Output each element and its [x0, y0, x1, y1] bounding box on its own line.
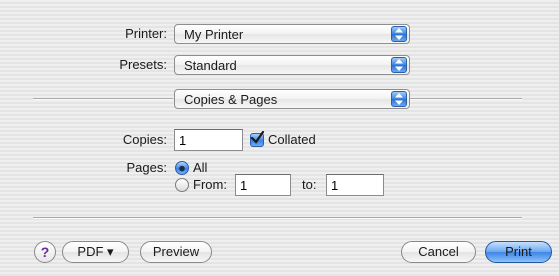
panel-popup[interactable]: Copies & Pages — [174, 89, 410, 109]
collated-checkbox[interactable] — [250, 131, 264, 147]
pages-from-field[interactable] — [235, 174, 291, 196]
panel-value: Copies & Pages — [184, 92, 278, 107]
collated-label[interactable]: Collated — [268, 130, 316, 150]
pages-label: Pages: — [126, 160, 167, 175]
up-down-arrows-icon — [391, 91, 407, 107]
printer-value: My Printer — [184, 27, 244, 42]
pages-from-radio[interactable] — [175, 178, 189, 192]
section-divider-right — [410, 98, 522, 100]
footer-divider — [33, 217, 522, 219]
copies-field[interactable] — [174, 129, 243, 151]
printer-label: Printer: — [125, 26, 167, 41]
checkmark-icon — [250, 131, 264, 144]
printer-popup[interactable]: My Printer — [174, 24, 410, 44]
presets-value: Standard — [184, 58, 237, 73]
up-down-arrows-icon — [391, 26, 407, 42]
presets-popup[interactable]: Standard — [174, 55, 410, 75]
pages-from-label[interactable]: From: — [193, 175, 227, 195]
pdf-button[interactable]: PDF ▾ — [62, 241, 129, 263]
help-icon[interactable]: ? — [34, 241, 56, 263]
preview-button[interactable]: Preview — [140, 241, 212, 263]
pages-to-field[interactable] — [326, 174, 384, 196]
section-divider-left — [33, 98, 173, 100]
copies-label: Copies: — [122, 132, 167, 147]
pages-all-radio[interactable] — [175, 161, 189, 175]
cancel-button[interactable]: Cancel — [401, 241, 476, 263]
up-down-arrows-icon — [391, 57, 407, 73]
pages-to-label: to: — [302, 177, 317, 192]
presets-label: Presets: — [119, 57, 167, 72]
print-button[interactable]: Print — [485, 241, 552, 263]
